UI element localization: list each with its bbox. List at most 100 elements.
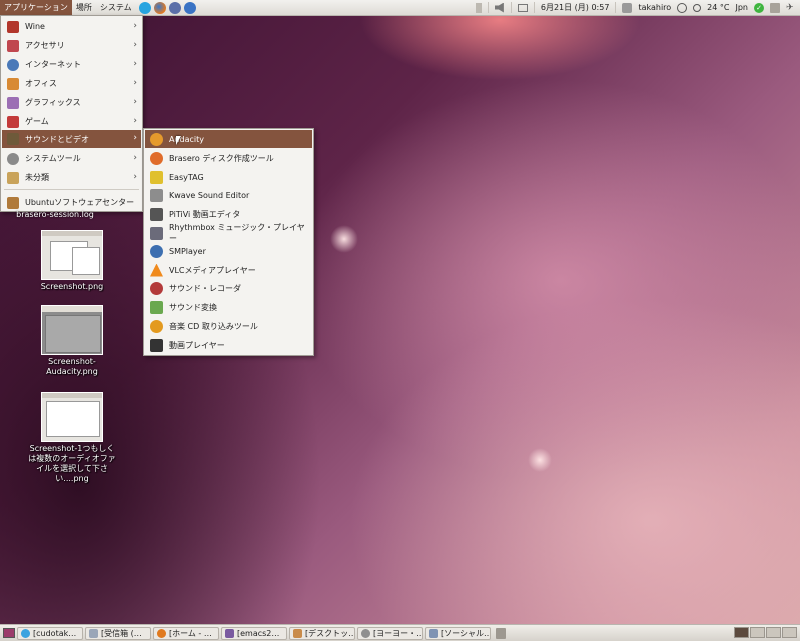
clock[interactable]: 6月21日 (月) 0:57 (541, 2, 610, 13)
applications-menu[interactable]: アプリケーション (0, 0, 72, 15)
chevron-right-icon: › (133, 116, 137, 126)
menu-item-office[interactable]: オフィス › (2, 75, 141, 92)
trash-icon[interactable] (496, 627, 506, 639)
submenu-item-label: Brasero ディスク作成ツール (169, 153, 274, 163)
menu-item-system-tools[interactable]: システムツール › (2, 150, 141, 167)
menu-item-label: グラフィックス (25, 98, 81, 107)
show-desktop-icon[interactable] (3, 628, 15, 638)
weather-icon (693, 3, 702, 12)
sound-converter-icon (150, 300, 163, 314)
help-icon[interactable] (183, 1, 196, 14)
accessories-icon (7, 39, 19, 52)
desktop-file-screenshot-select-audio[interactable]: Screenshot-1つもしくは複数のオーディオファイルを選択して下さい...… (27, 392, 117, 484)
submenu-item-brasero[interactable]: Brasero ディスク作成ツール (145, 149, 312, 167)
chat-status-icon[interactable] (622, 2, 633, 13)
taskbar-item-label: [ヨーヨー・… (373, 628, 423, 638)
pitivi-icon (150, 207, 163, 221)
vlc-icon (150, 263, 163, 277)
emacs-icon (225, 628, 234, 638)
menu-item-internet[interactable]: インターネット › (2, 56, 141, 73)
taskbar-item[interactable]: [ソーシャル… (425, 626, 491, 640)
workspace-4[interactable] (782, 627, 797, 638)
menu-item-label: システムツール (25, 154, 81, 163)
submenu-item-easytag[interactable]: EasyTAG (145, 168, 312, 186)
menu-item-accessories[interactable]: アクセサリ › (2, 37, 141, 54)
chevron-right-icon: › (133, 21, 137, 31)
taskbar-item-label: [cudotak… (33, 628, 77, 638)
menu-item-graphics[interactable]: グラフィックス › (2, 94, 141, 111)
taskbar-item[interactable]: [デスクトッ… (289, 626, 355, 640)
menu-item-label: アクセサリ (25, 41, 65, 50)
applications-dropdown: Wine › アクセサリ › インターネット › オフィス › グラフィックス … (0, 15, 143, 212)
system-menu[interactable]: システム (96, 0, 136, 15)
skype-icon[interactable] (138, 1, 151, 14)
submenu-item-label: Kwave Sound Editor (169, 190, 250, 200)
thumbnail-bar (42, 393, 102, 398)
top-panel: アプリケーション 場所 システム 6月21日 (月) 0:57 takahiro… (0, 0, 800, 16)
user-name[interactable]: takahiro (638, 3, 671, 12)
menu-item-software-center[interactable]: Ubuntuソフトウェアセンター (2, 194, 141, 211)
bokeh-light (528, 448, 552, 472)
network-icon[interactable]: ✈ (786, 3, 796, 13)
workspace-2[interactable] (750, 627, 765, 638)
menu-separator (4, 189, 139, 190)
chevron-right-icon: › (133, 97, 137, 107)
submenu-item-cd-ripper[interactable]: 音楽 CD 取り込みツール (145, 317, 312, 335)
notification-area: 6月21日 (月) 0:57 takahiro 24 °C Jpn ✓ ✈ (475, 0, 800, 15)
desktop-file-screenshot-audacity[interactable]: Screenshot-Audacity.png (27, 305, 117, 377)
menu-item-label: ゲーム (25, 117, 49, 126)
submenu-item-vlc[interactable]: VLCメディアプレイヤー (145, 261, 312, 279)
microphone-icon (150, 281, 163, 295)
power-icon[interactable] (677, 2, 688, 13)
workspace-1[interactable] (734, 627, 749, 638)
battery-icon[interactable] (475, 2, 482, 13)
audacity-icon (150, 132, 163, 146)
mail-icon[interactable] (517, 3, 528, 12)
taskbar-item[interactable]: [ホーム - … (153, 626, 219, 640)
taskbar-item[interactable]: [受信箱 (… (85, 626, 151, 640)
menu-item-label: インターネット (25, 60, 81, 69)
brasero-icon (150, 151, 163, 165)
submenu-item-label: 動画プレイヤー (169, 340, 225, 350)
menu-item-games[interactable]: ゲーム › (2, 113, 141, 130)
globe-icon (7, 58, 19, 71)
taskbar-item[interactable]: [ヨーヨー・… (357, 626, 423, 640)
chevron-right-icon: › (133, 78, 137, 88)
submenu-item-audacity[interactable]: Audacity (145, 130, 312, 148)
submenu-item-pitivi[interactable]: PiTiVi 動画エディタ (145, 205, 312, 223)
pidgin-icon[interactable] (168, 1, 181, 14)
submenu-item-label: サウンド変換 (169, 302, 217, 312)
firefox-icon[interactable] (153, 1, 166, 14)
thumbnail-window (46, 401, 100, 437)
thumbnail-bar (42, 231, 102, 236)
menu-item-label: Wine (25, 22, 45, 31)
submenu-item-kwave[interactable]: Kwave Sound Editor (145, 186, 312, 204)
submenu-item-label: SMPlayer (169, 246, 206, 256)
printer-icon[interactable] (770, 2, 780, 13)
submenu-item-label: Rhythmbox ミュージック・プレイヤー (169, 223, 305, 243)
kwave-icon (150, 188, 163, 202)
chevron-right-icon: › (133, 59, 137, 69)
desktop-file-label[interactable]: brasero-session.log (0, 210, 110, 219)
taskbar-item[interactable]: [emacs2… (221, 626, 287, 640)
submenu-item-movie-player[interactable]: 動画プレイヤー (145, 336, 312, 354)
wine-icon (7, 20, 19, 33)
places-menu[interactable]: 場所 (72, 0, 96, 15)
menu-item-sound-video[interactable]: サウンドとビデオ › (2, 130, 141, 148)
submenu-item-label: 音楽 CD 取り込みツール (169, 321, 258, 331)
update-check-icon[interactable]: ✓ (754, 2, 764, 13)
submenu-item-smplayer[interactable]: SMPlayer (145, 242, 312, 260)
taskbar-item[interactable]: [cudotak… (17, 626, 83, 640)
keyboard-layout[interactable]: Jpn (735, 3, 748, 12)
menu-item-uncategorized[interactable]: 未分類 › (2, 169, 141, 186)
submenu-item-sound-converter[interactable]: サウンド変換 (145, 298, 312, 316)
bottom-panel: [cudotak… [受信箱 (… [ホーム - … [emacs2… [デスク… (0, 624, 800, 641)
volume-icon[interactable] (494, 2, 504, 13)
workspace-3[interactable] (766, 627, 781, 638)
menu-item-wine[interactable]: Wine › (2, 18, 141, 35)
desktop-file-screenshot[interactable]: Screenshot.png (27, 230, 117, 292)
submenu-item-rhythmbox[interactable]: Rhythmbox ミュージック・プレイヤー (145, 223, 312, 243)
submenu-item-sound-recorder[interactable]: サウンド・レコーダ (145, 279, 312, 297)
multimedia-icon (7, 133, 19, 145)
weather-temperature[interactable]: 24 °C (707, 3, 729, 12)
